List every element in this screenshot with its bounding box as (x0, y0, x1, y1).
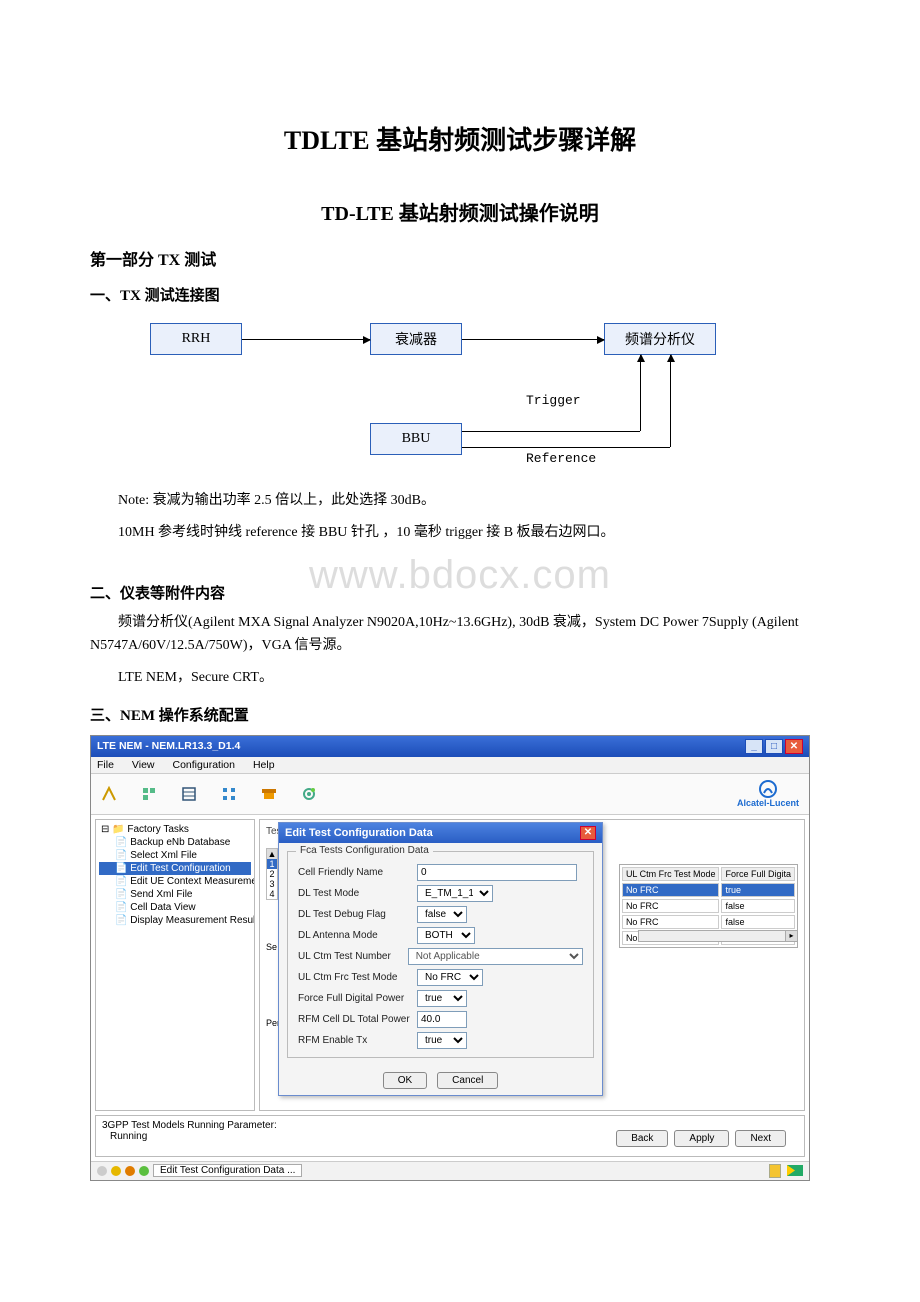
cancel-button[interactable]: Cancel (437, 1072, 498, 1089)
tree-item[interactable]: 📄 Select Xml File (99, 849, 251, 862)
dl-test-mode-select[interactable]: E_TM_1_1 (417, 885, 493, 902)
flabel: DL Test Debug Flag (298, 909, 413, 920)
note2-text: 10MH 参考线时钟线 reference 接 BBU 针孔 ，10 毫秒 tr… (90, 521, 830, 545)
toolbar: Alcatel-Lucent (91, 774, 809, 815)
menubar: File View Configuration Help (91, 757, 809, 774)
cell-friendly-name-input[interactable] (417, 864, 577, 881)
toolbar-icon-5[interactable] (261, 786, 277, 802)
diagram-box-spectrum-analyzer: 频谱分析仪 (604, 323, 716, 355)
brand-logo: Alcatel-Lucent (737, 780, 799, 808)
table-row[interactable]: No FRCfalse (622, 899, 795, 913)
sec3-heading: 三、NEM 操作系统配置 (90, 704, 830, 725)
status-dot-green (139, 1166, 149, 1176)
flabel: DL Test Mode (298, 888, 413, 899)
toolbar-icon-1[interactable] (101, 786, 117, 802)
footer-panel: 3GPP Test Models Running Parameter: Runn… (95, 1115, 805, 1157)
tree-item[interactable]: 📄 Edit UE Context Measurement (99, 875, 251, 888)
toolbar-gear-icon[interactable] (301, 786, 317, 802)
minimize-button[interactable]: _ (745, 739, 763, 754)
rfm-enable-tx-select[interactable]: true (417, 1032, 467, 1049)
flabel: RFM Enable Tx (298, 1035, 413, 1046)
flabel: UL Ctm Test Number (298, 951, 404, 962)
line-bbu-h1 (462, 431, 640, 432)
titlebar[interactable]: LTE NEM - NEM.LR13.3_D1.4 _ □ ✕ (91, 736, 809, 757)
doc-subtitle: TD-LTE 基站射频测试操作说明 (90, 197, 830, 226)
arrow-att-to-spec (462, 339, 604, 340)
doc-title: TDLTE 基站射频测试步骤详解 (90, 120, 830, 157)
toolbar-icon-2[interactable] (141, 786, 157, 802)
tree-item[interactable]: 📄 Send Xml File (99, 888, 251, 901)
flabel: RFM Cell DL Total Power (298, 1014, 413, 1025)
task-tree[interactable]: ⊟ 📁 Factory Tasks 📄 Backup eNb Database … (95, 819, 255, 1111)
rfm-cell-dl-total-power-input[interactable] (417, 1011, 467, 1028)
tree-item[interactable]: 📄 Display Measurement Results (99, 914, 251, 927)
dialog-titlebar[interactable]: Edit Test Configuration Data ✕ (279, 823, 602, 843)
menu-file[interactable]: File (97, 759, 114, 771)
tree-root[interactable]: ⊟ 📁 Factory Tasks (99, 823, 251, 836)
flabel: DL Antenna Mode (298, 930, 413, 941)
menu-configuration[interactable]: Configuration (173, 759, 235, 771)
table-row[interactable]: No FRCtrue (622, 883, 795, 897)
diagram-box-attenuator: 衰减器 (370, 323, 462, 355)
tree-item-selected[interactable]: 📄 Edit Test Configuration (99, 862, 251, 875)
tree-item[interactable]: 📄 Backup eNb Database (99, 836, 251, 849)
line-bbu-h2 (462, 447, 670, 448)
ok-button[interactable]: OK (383, 1072, 427, 1089)
sec1-heading: 一、TX 测试连接图 (90, 284, 830, 305)
flabel: UL Ctm Frc Test Mode (298, 972, 413, 983)
ul-ctm-frc-test-mode-select[interactable]: No FRC (417, 969, 483, 986)
dialog-title: Edit Test Configuration Data (285, 827, 433, 839)
force-full-digital-power-select[interactable]: true (417, 990, 467, 1007)
edit-config-dialog: Edit Test Configuration Data ✕ Fca Tests… (278, 822, 603, 1096)
row-peek: ▲ 1 2 3 4 (266, 848, 278, 900)
equipment-text: 频谱分析仪(Agilent MXA Signal Analyzer N9020A… (90, 611, 830, 659)
status-dot-orange (125, 1166, 135, 1176)
arrow-reference-up (670, 355, 671, 447)
flabel: Force Full Digital Power (298, 993, 413, 1004)
status-doc-icon[interactable] (769, 1164, 781, 1178)
th: UL Ctm Frc Test Mode (622, 867, 720, 881)
status-text: Edit Test Configuration Data ... (153, 1164, 302, 1177)
table-row[interactable]: No FRCfalse (622, 915, 795, 929)
arrow-rrh-to-att (242, 339, 370, 340)
diagram-box-rrh: RRH (150, 323, 242, 355)
tree-item[interactable]: 📄 Cell Data View (99, 901, 251, 914)
table-scrollbar[interactable]: ▸ (638, 930, 798, 942)
fieldset-legend: Fca Tests Configuration Data (296, 845, 433, 856)
toolbar-icon-3[interactable] (181, 786, 197, 802)
arrow-trigger-up (640, 355, 641, 431)
ul-ctm-test-number-select[interactable]: Not Applicable (408, 948, 583, 965)
status-flag-icon[interactable] (787, 1165, 803, 1176)
menu-view[interactable]: View (132, 759, 155, 771)
note-text: Note: 衰减为输出功率 2.5 倍以上，此处选择 30dB。 (90, 489, 830, 513)
nem-window: LTE NEM - NEM.LR13.3_D1.4 _ □ ✕ File Vie… (90, 735, 810, 1181)
status-dot-yellow (111, 1166, 121, 1176)
se-label: Se (266, 942, 277, 952)
maximize-button[interactable]: □ (765, 739, 783, 754)
window-title: LTE NEM - NEM.LR13.3_D1.4 (97, 740, 240, 752)
tx-connection-diagram: RRH 衰减器 频谱分析仪 BBU Trigger Reference (90, 315, 830, 475)
label-trigger: Trigger (526, 393, 581, 408)
toolbar-icon-4[interactable] (221, 786, 237, 802)
apply-button[interactable]: Apply (674, 1130, 729, 1147)
flabel: Cell Friendly Name (298, 867, 413, 878)
dl-test-debug-flag-select[interactable]: false (417, 906, 467, 923)
close-button[interactable]: ✕ (785, 739, 803, 754)
diagram-box-bbu: BBU (370, 423, 462, 455)
status-bar: Edit Test Configuration Data ... (91, 1161, 809, 1180)
label-reference: Reference (526, 451, 596, 466)
main-panel: Test ▲ 1 2 3 4 Se Per UL Ctm Frc Test Mo… (259, 819, 805, 1111)
menu-help[interactable]: Help (253, 759, 275, 771)
status-dot-grey (97, 1166, 107, 1176)
th: Force Full Digita (721, 867, 795, 881)
back-button[interactable]: Back (616, 1130, 668, 1147)
next-button[interactable]: Next (735, 1130, 786, 1147)
software-text: LTE NEM，Secure CRT。 (90, 666, 830, 690)
dialog-close-button[interactable]: ✕ (580, 826, 596, 840)
dl-antenna-mode-select[interactable]: BOTH (417, 927, 475, 944)
part1-heading: 第一部分 TX 测试 (90, 246, 830, 270)
